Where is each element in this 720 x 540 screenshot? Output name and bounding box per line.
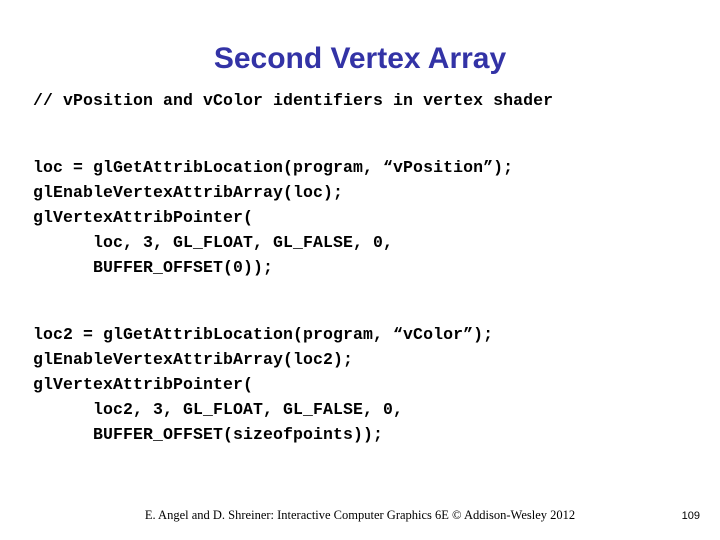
- code-spacer-2: [33, 280, 693, 322]
- footer-credit: E. Angel and D. Shreiner: Interactive Co…: [144, 508, 576, 522]
- code-line-block2-0: loc2 = glGetAttribLocation(program, “vCo…: [33, 325, 494, 344]
- code-line-block2-4: BUFFER_OFFSET(sizeofpoints));: [33, 425, 384, 444]
- code-line-block1-1: glEnableVertexAttribArray(loc);: [33, 183, 344, 202]
- code-spacer-1: [33, 113, 693, 155]
- page-title: Second Vertex Array: [213, 42, 507, 75]
- page-number: 109: [681, 510, 700, 522]
- code-line-block2-3: loc2, 3, GL_FLOAT, GL_FALSE, 0,: [33, 400, 404, 419]
- code-line-block1-2: glVertexAttribPointer(: [33, 208, 254, 227]
- slide-canvas: Second Vertex Array // vPosition and vCo…: [0, 0, 720, 540]
- code-listing: // vPosition and vColor identifiers in v…: [33, 88, 693, 447]
- code-line-block1-4: BUFFER_OFFSET(0));: [33, 258, 274, 277]
- code-comment-line: // vPosition and vColor identifiers in v…: [33, 91, 554, 110]
- code-line-block2-2: glVertexAttribPointer(: [33, 375, 254, 394]
- code-line-block1-0: loc = glGetAttribLocation(program, “vPos…: [33, 158, 514, 177]
- code-line-block1-3: loc, 3, GL_FLOAT, GL_FALSE, 0,: [33, 233, 394, 252]
- code-line-block2-1: glEnableVertexAttribArray(loc2);: [33, 350, 354, 369]
